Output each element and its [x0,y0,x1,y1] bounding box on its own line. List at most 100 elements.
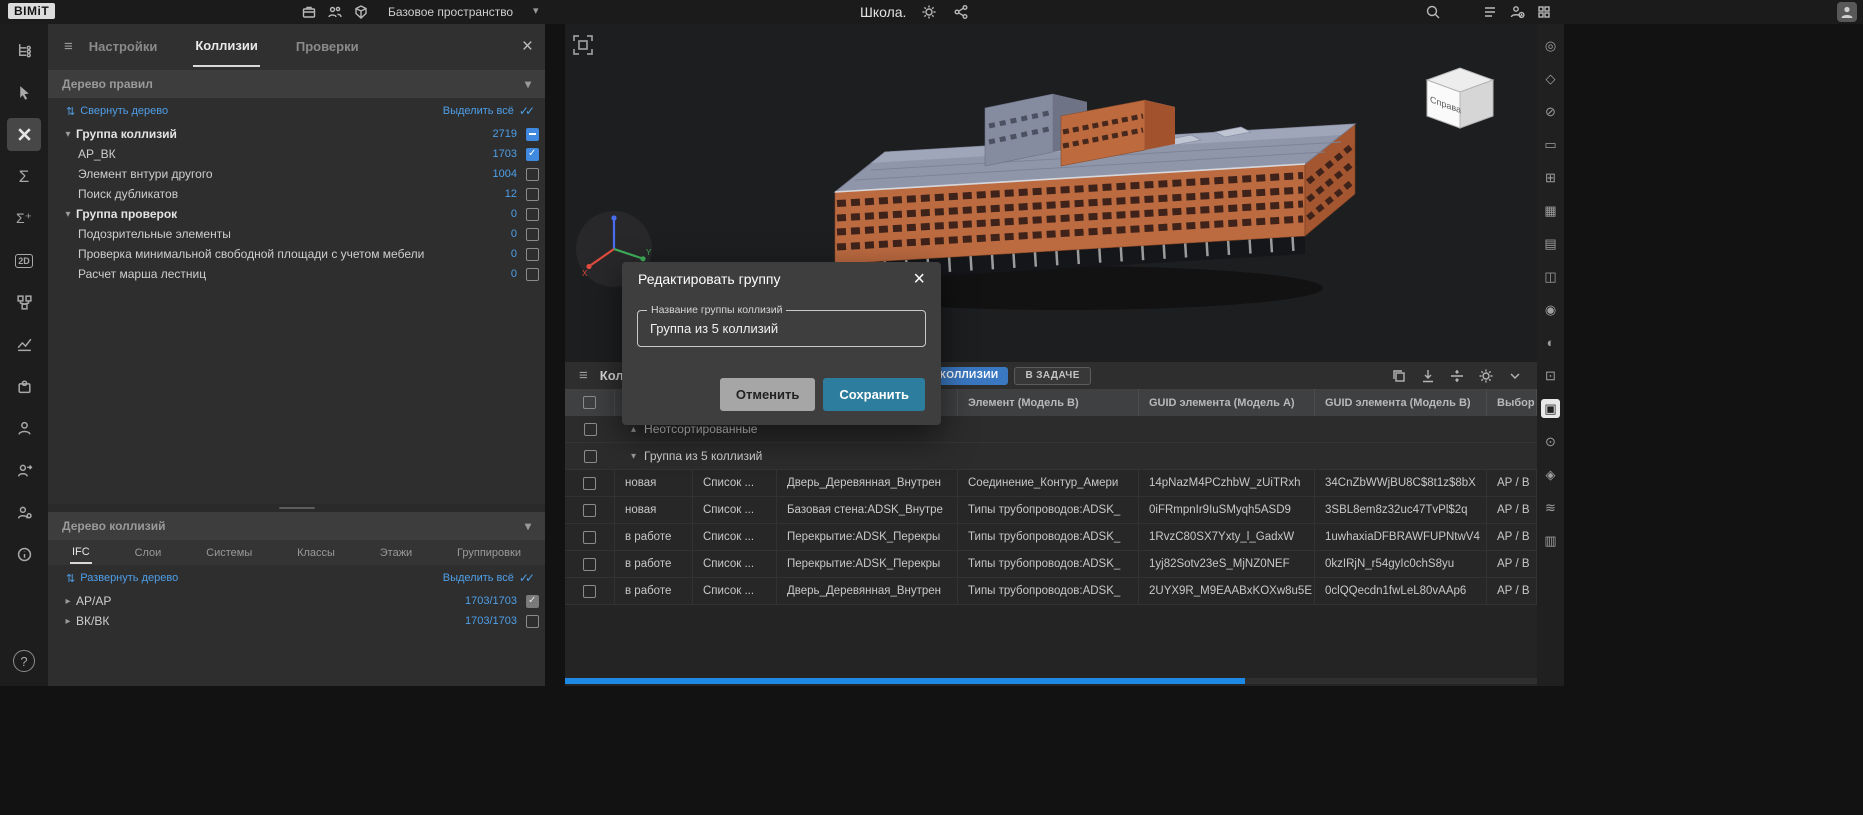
caret-right-icon[interactable]: ▸ [60,616,76,627]
workspace-selector[interactable]: Базовое пространство [388,5,513,19]
gear-icon[interactable] [920,4,938,20]
list-icon[interactable] [1481,4,1499,20]
close-icon[interactable]: × [913,269,925,289]
rules-tree-header[interactable]: Дерево правил ▾ [48,70,545,98]
table-group-row[interactable]: ▾ Группа из 5 коллизий [565,443,1537,470]
checkbox[interactable] [526,248,539,261]
checkbox[interactable] [526,595,539,608]
spaces-icon[interactable] [352,4,370,20]
tree-item[interactable]: ▸ АР/АР 1703/1703 [48,591,545,611]
view-2d-icon[interactable]: 2D [7,244,41,277]
tree-item[interactable]: Проверка минимальной свободной площади с… [48,244,545,264]
checkbox[interactable] [583,585,596,598]
layers-icon[interactable]: ▥ [1541,531,1560,550]
fit-view-icon[interactable] [571,33,595,57]
collapse-chevron-icon[interactable] [1507,368,1523,384]
checkbox[interactable] [526,268,539,281]
filter-icon[interactable]: ≋ [1541,498,1560,517]
measure-icon[interactable]: ▭ [1541,135,1560,154]
user-share-icon[interactable] [7,454,41,487]
checkbox[interactable] [583,477,596,490]
tab-checks[interactable]: Проверки [294,27,361,66]
fit-columns-icon[interactable] [1449,368,1465,384]
table-row[interactable]: в работе Список ... Дверь_Деревянная_Вну… [565,578,1537,605]
user-history-icon[interactable] [1508,4,1526,20]
scrollbar-thumb[interactable] [565,678,1245,684]
caret-collapsed-icon[interactable]: ▴ [631,424,636,435]
tab-settings[interactable]: Настройки [87,27,160,66]
apps-grid-icon[interactable] [1535,4,1553,20]
save-button[interactable]: Сохранить [823,378,925,411]
column-header-selection[interactable]: Выбор [1487,389,1537,416]
tree-item[interactable]: Элемент внтури другого 1004 [48,164,545,184]
app-logo[interactable]: BIMiT [8,3,55,19]
collision-tree-header[interactable]: Дерево коллизий ▾ [48,512,545,540]
toolbox-icon[interactable] [300,4,318,20]
collapse-tree-link[interactable]: ⇅ Свернуть дерево [66,105,168,118]
sum-add-icon[interactable]: Σ⁺ [7,202,41,235]
plugins-icon[interactable] [7,370,41,403]
column-header-guid-b[interactable]: GUID элемента (Модель B) [1315,389,1487,416]
panel-resize-handle[interactable] [48,504,545,512]
tab-systems[interactable]: Системы [204,543,254,563]
camera-icon[interactable]: ⊙ [1541,432,1560,451]
download-icon[interactable] [1420,368,1436,384]
table-row[interactable]: в работе Список ... Перекрытие:ADSK_Пере… [565,551,1537,578]
tree-item[interactable]: АР_ВК 1703 [48,144,545,164]
structure-icon[interactable] [7,286,41,319]
navigation-cube[interactable]: Справа [1415,58,1505,138]
cancel-button[interactable]: Отменить [720,378,816,411]
target-icon[interactable]: ◈ [1541,465,1560,484]
expand-tree-link[interactable]: ⇅ Развернуть дерево [66,572,178,585]
chevron-down-icon[interactable]: ▾ [533,4,539,17]
close-panel-icon[interactable]: × [522,37,533,56]
share-icon[interactable] [952,4,970,20]
tab-ifc[interactable]: IFC [70,542,92,564]
checkbox[interactable] [584,423,597,436]
chip-collisions[interactable]: КОЛЛИЗИИ [930,367,1009,385]
sheets-icon[interactable]: ▤ [1541,234,1560,253]
rules-tree-icon[interactable] [7,34,41,67]
fit-view-icon[interactable]: ◎ [1541,36,1560,55]
structure-view-icon[interactable]: ▦ [1541,201,1560,220]
checkbox[interactable] [526,148,539,161]
sum-icon[interactable]: Σ [7,160,41,193]
column-header-element-b[interactable]: Элемент (Модель B) [958,389,1139,416]
select-all-link[interactable]: Выделить всё ✓✓ [443,104,535,118]
group-name-input[interactable] [638,311,925,346]
caret-down-icon[interactable]: ▾ [60,209,76,220]
search-icon[interactable] [1424,4,1442,20]
duplicate-icon[interactable] [1391,368,1407,384]
shield-icon[interactable]: ▣ [1541,399,1560,418]
select-cursor-icon[interactable] [7,76,41,109]
table-row[interactable]: в работе Список ... Перекрытие:ADSK_Пере… [565,524,1537,551]
checkbox[interactable] [583,531,596,544]
tree-item[interactable]: Подозрительные элементы 0 [48,224,545,244]
info-icon[interactable] [7,538,41,571]
tree-item[interactable]: ▸ ВК/ВК 1703/1703 [48,611,545,631]
checkbox[interactable] [583,504,596,517]
checkbox[interactable] [526,168,539,181]
tab-layers[interactable]: Слои [133,543,164,563]
team-icon[interactable] [326,4,344,20]
tab-floors[interactable]: Этажи [378,543,414,563]
clip-cube-icon[interactable]: ◇ [1541,69,1560,88]
checkbox[interactable] [583,558,596,571]
user-icon[interactable] [7,412,41,445]
tree-item[interactable]: Расчет марша лестниц 0 [48,264,545,284]
panel-menu-icon[interactable]: ≡ [64,38,73,55]
checkbox[interactable] [526,228,539,241]
collisions-icon[interactable] [7,118,41,151]
checkbox[interactable] [584,450,597,463]
column-header-guid-a[interactable]: GUID элемента (Модель A) [1139,389,1315,416]
tree-item[interactable]: Поиск дубликатов 12 [48,184,545,204]
tab-collisions[interactable]: Коллизии [193,26,260,67]
caret-right-icon[interactable]: ▸ [60,596,76,607]
account-avatar[interactable] [1837,2,1857,22]
table-row[interactable]: новая Список ... Дверь_Деревянная_Внутре… [565,470,1537,497]
visibility-off-icon[interactable]: ◐ [1541,333,1560,352]
horizontal-scrollbar[interactable] [565,678,1537,684]
chip-in-task[interactable]: В ЗАДАЧЕ [1014,367,1090,385]
caret-down-icon[interactable]: ▾ [60,129,76,140]
tree-item[interactable]: ▾ Группа коллизий 2719 [48,124,545,144]
